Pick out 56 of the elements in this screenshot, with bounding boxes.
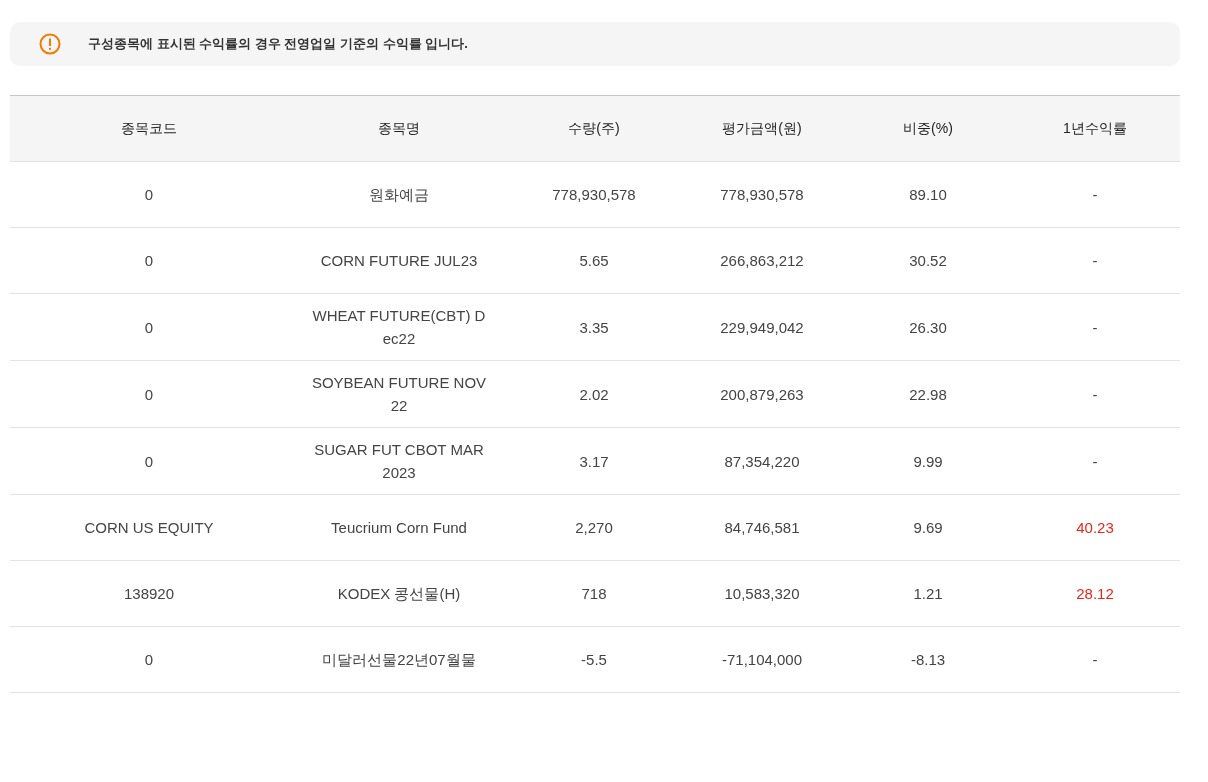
table-cell: 22.98	[909, 385, 947, 403]
table-cell: 0	[144, 252, 154, 269]
table-cell: 87,354,220	[724, 452, 800, 470]
table-cell: 0	[144, 318, 154, 336]
table-cell: 200,879,263	[720, 385, 804, 403]
table-cell: 10,583,320	[724, 585, 800, 602]
column-header: 비중(%)	[903, 119, 953, 138]
column-header: 종목명	[378, 119, 420, 138]
table-cell: -	[1092, 385, 1098, 403]
table-cell-text: 미달러선물22년07월물	[322, 650, 476, 670]
table-cell: 2.02	[579, 385, 609, 403]
table-cell: 229,949,042	[720, 318, 804, 336]
table-cell: 266,863,212	[720, 252, 804, 269]
table-cell: 30.52	[909, 252, 947, 269]
table-cell: 3.17	[579, 452, 609, 470]
table-cell: 84,746,581	[724, 519, 800, 536]
table-cell: -	[1092, 318, 1098, 336]
table-cell-text: KODEX 콩선물(H)	[337, 584, 461, 604]
table-cell: 0	[144, 452, 154, 470]
warning-icon	[39, 33, 61, 55]
table-cell: 3.35	[579, 318, 609, 336]
table-cell: CORN US EQUITY	[84, 519, 214, 536]
column-header: 종목코드	[121, 119, 177, 138]
table-cell: 138920	[123, 585, 175, 602]
column-header: 1년수익률	[1063, 119, 1127, 138]
table-cell: -8.13	[910, 651, 946, 668]
table-cell: -5.5	[581, 651, 607, 668]
table-cell: -	[1092, 651, 1098, 668]
table-cell: 0	[144, 651, 154, 668]
table-cell: 40.23	[1076, 519, 1114, 536]
table-cell: -	[1092, 186, 1098, 203]
table-cell: 2,270	[575, 519, 613, 536]
table-cell-text: 원화예금	[369, 185, 429, 205]
table-cell-text: SOYBEAN FUTURE NOV 22	[310, 373, 488, 416]
table-cell: 0	[144, 186, 154, 203]
table-cell: -	[1092, 252, 1098, 269]
table-cell: 9.99	[913, 452, 943, 470]
table-cell: 0	[144, 385, 154, 403]
table-cell-text: SUGAR FUT CBOT MAR 2023	[313, 440, 485, 483]
table-cell: 1.21	[913, 585, 943, 602]
notice-text: 구성종목에 표시된 수익률의 경우 전영업일 기준의 수익률 입니다.	[88, 35, 468, 53]
table-cell-text: CORN FUTURE JUL23	[320, 251, 478, 271]
table-cell: -71,104,000	[721, 651, 803, 668]
table-cell: 9.69	[913, 519, 943, 536]
column-header: 평가금액(원)	[722, 119, 802, 138]
table-cell: 5.65	[579, 252, 609, 269]
table-cell: 778,930,578	[552, 186, 636, 203]
table-cell: 778,930,578	[720, 186, 804, 203]
table-cell: 89.10	[909, 186, 947, 203]
table-cell: 718	[581, 585, 607, 602]
table-cell-text: Teucrium Corn Fund	[331, 518, 467, 538]
table-cell: -	[1092, 452, 1098, 470]
table-cell: 26.30	[909, 318, 947, 336]
column-header: 수량(주)	[568, 119, 620, 138]
table-cell-text: WHEAT FUTURE(CBT) Dec22	[311, 306, 487, 349]
table-cell: 28.12	[1076, 585, 1114, 602]
